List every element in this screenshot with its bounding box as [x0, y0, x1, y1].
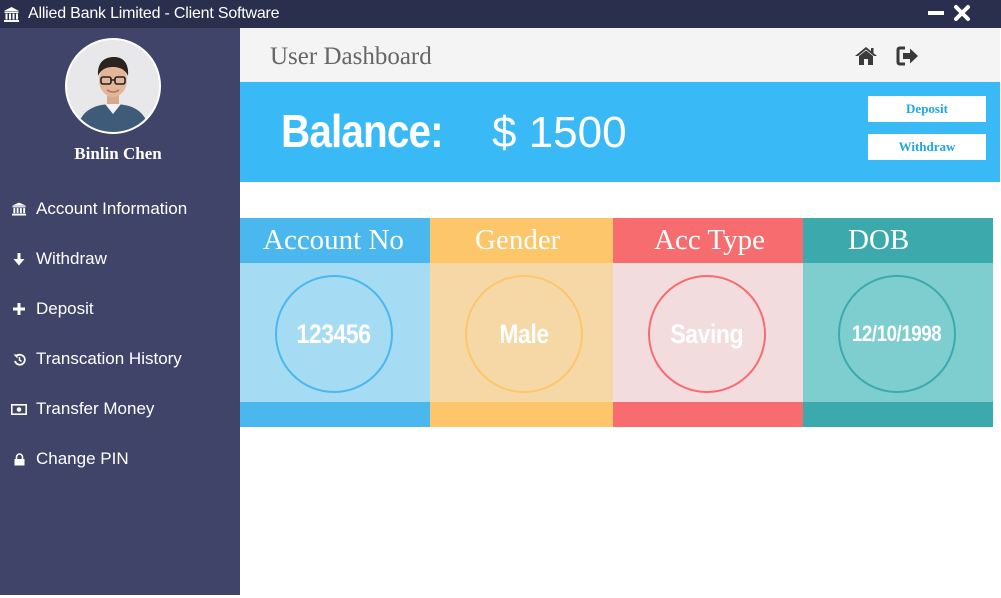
sidebar-item-label: Change PIN [36, 449, 129, 468]
sidebar-item-label: Deposit [36, 299, 94, 318]
deposit-button[interactable]: Deposit [868, 96, 986, 122]
window-title: Allied Bank Limited - Client Software [28, 5, 280, 22]
minimize-icon[interactable] [927, 2, 945, 24]
balance-label: Balance: [281, 105, 444, 157]
sign-out-icon[interactable] [896, 45, 920, 67]
plus-icon [10, 302, 28, 316]
account-no-value: 123456 [296, 318, 372, 349]
dob-card: DOB 12/10/1998 [803, 218, 993, 427]
avatar [65, 38, 161, 134]
withdraw-button[interactable]: Withdraw [868, 134, 986, 160]
value-circle: 123456 [275, 275, 393, 393]
bank-icon [2, 5, 20, 23]
arrow-down-icon [10, 252, 28, 266]
gender-value: Male [499, 318, 549, 349]
sidebar-item-transcation-history[interactable]: Transcation History [10, 346, 182, 372]
value-circle: Male [465, 275, 583, 393]
sidebar-item-label: Transfer Money [36, 399, 155, 418]
sidebar-item-change-pin[interactable]: Change PIN [10, 446, 129, 472]
sidebar-item-label: Withdraw [36, 249, 107, 268]
sidebar-item-transfer-money[interactable]: Transfer Money [10, 396, 154, 422]
lock-icon [10, 452, 28, 466]
home-icon[interactable] [854, 45, 878, 67]
acc-type-card: Acc Type Saving [613, 218, 803, 427]
card-title: Gender [430, 218, 613, 263]
page-title: User Dashboard [270, 43, 432, 70]
value-circle: Saving [648, 275, 766, 393]
user-name: Binlin Chen [74, 144, 162, 163]
card-title: Account No [240, 218, 430, 263]
gender-card: Gender Male [430, 218, 613, 427]
sidebar-item-account-information[interactable]: Account Information [10, 196, 187, 222]
money-icon [10, 402, 28, 416]
history-icon [10, 352, 28, 366]
sidebar: Binlin Chen Account Information Withdraw [0, 28, 240, 595]
title-bar: Allied Bank Limited - Client Software [0, 0, 1001, 28]
card-title: DOB [803, 218, 993, 263]
sidebar-item-deposit[interactable]: Deposit [10, 296, 94, 322]
bank-icon [10, 202, 28, 216]
sidebar-item-label: Transcation History [36, 349, 182, 368]
balance-value: $ 1500 [492, 108, 627, 157]
sidebar-item-label: Account Information [36, 199, 188, 218]
card-title: Acc Type [613, 218, 803, 263]
value-circle: 12/10/1998 [838, 275, 956, 393]
header: User Dashboard [240, 28, 1000, 82]
dob-value: 12/10/1998 [852, 321, 942, 346]
close-icon[interactable] [953, 2, 971, 24]
sidebar-item-withdraw[interactable]: Withdraw [10, 246, 107, 272]
account-no-card: Account No 123456 [240, 218, 430, 427]
acc-type-value: Saving [670, 318, 744, 349]
balance-banner: Balance: $ 1500 Deposit Withdraw [240, 82, 1000, 182]
